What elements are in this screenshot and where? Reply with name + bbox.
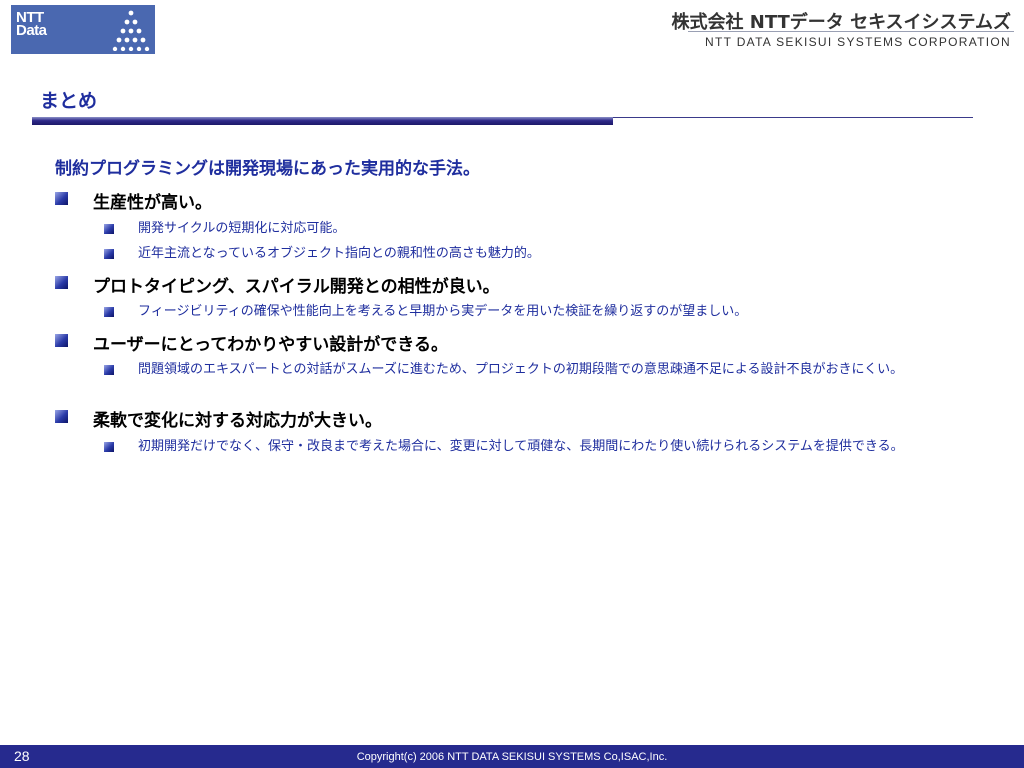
section-heading-text: ユーザーにとってわかりやすい設計ができる。 [93, 335, 448, 355]
logo-text: NTT Data [16, 10, 72, 39]
copyright-notice: Copyright(c) 2006 NTT DATA SEKISUI SYSTE… [356, 751, 668, 763]
company-name-en: NTT DATA SEKISUI SYSTEMS CORPORATION [705, 35, 1011, 49]
page-title: まとめ [40, 90, 98, 112]
intro-statement: 制約プログラミングは開発現場にあった実用的な手法。 [55, 159, 480, 179]
list-item-text: 問題領域のエキスパートとの対話がスムーズに進むため、プロジェクトの初期段階での意… [138, 362, 904, 377]
section-heading-text: 生産性が高い。 [93, 193, 212, 213]
list-item-text: 近年主流となっているオブジェクト指向との親和性の高さも魅力的。 [138, 246, 540, 261]
square-bullet-icon [104, 442, 114, 452]
logo-dots-icon [112, 10, 150, 51]
header-divider [688, 31, 1014, 32]
square-bullet-icon [104, 307, 114, 317]
list-item-text: 初期開発だけでなく、保守・改良まで考えた場合に、変更に対して頑健な、長期間にわた… [138, 439, 904, 454]
company-logo: NTT Data [11, 5, 155, 54]
list-item-text: 開発サイクルの短期化に対応可能。 [138, 221, 346, 236]
square-bullet-icon [55, 410, 68, 423]
list-item-text: フィージビリティの確保や性能向上を考えると早期から実データを用いた検証を繰り返す… [138, 304, 748, 319]
square-bullet-icon [55, 334, 68, 347]
section-heading-text: プロトタイピング、スパイラル開発との相性が良い。 [93, 277, 500, 297]
logo-text-line2: Data [16, 22, 47, 39]
square-bullet-icon [55, 192, 68, 205]
square-bullet-icon [104, 249, 114, 259]
title-underline-rule [613, 117, 973, 118]
section-heading-text: 柔軟で変化に対する対応力が大きい。 [93, 411, 382, 431]
footer-bar: 28 Copyright(c) 2006 NTT DATA SEKISUI SY… [0, 745, 1024, 768]
title-underline-bar [32, 117, 613, 125]
square-bullet-icon [104, 224, 114, 234]
square-bullet-icon [55, 276, 68, 289]
square-bullet-icon [104, 365, 114, 375]
